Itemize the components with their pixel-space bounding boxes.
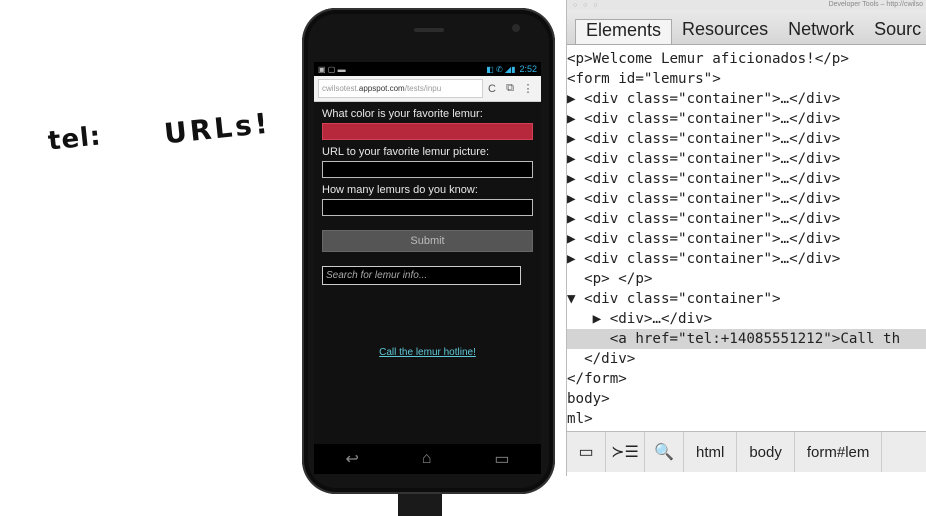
search-input[interactable]: Search for lemur info... bbox=[322, 266, 521, 285]
dom-line[interactable]: ▶ <div class="container">…</div> bbox=[567, 109, 926, 129]
window-title: Developer Tools – http://cwilso bbox=[828, 1, 923, 8]
url-path: /tests/inpu bbox=[404, 84, 442, 93]
dom-line[interactable]: <a href="tel:+14085551212">Call th bbox=[567, 329, 926, 349]
phone: ▣ ▢ ▬ ◧ ✆ ◢▮ 2:52 cwilsotest.appspot.com… bbox=[302, 8, 555, 494]
dom-line[interactable]: ▶ <div>…</div> bbox=[567, 309, 926, 329]
url-label: URL to your favorite lemur picture: bbox=[322, 146, 490, 158]
dom-line[interactable]: <p> </p> bbox=[567, 269, 926, 289]
phone-screen: ▣ ▢ ▬ ◧ ✆ ◢▮ 2:52 cwilsotest.appspot.com… bbox=[314, 62, 541, 444]
web-page: What color is your favorite lemur: URL t… bbox=[314, 102, 541, 444]
dom-line[interactable]: ▶ <div class="container">…</div> bbox=[567, 169, 926, 189]
dom-line[interactable]: <form id="lemurs"> bbox=[567, 69, 926, 89]
address-field[interactable]: cwilsotest.appspot.com/tests/inpu bbox=[318, 79, 483, 98]
dom-line[interactable]: ▶ <div class="container">…</div> bbox=[567, 129, 926, 149]
hotline-container: Call the lemur hotline! bbox=[314, 342, 541, 360]
dom-line[interactable]: ▶ <div class="container">…</div> bbox=[567, 229, 926, 249]
dom-line[interactable]: </div> bbox=[567, 349, 926, 369]
dom-line[interactable]: <p>Welcome Lemur aficionados!</p> bbox=[567, 49, 926, 69]
android-nav-bar: ↩ ⌂ ▭ bbox=[314, 444, 541, 474]
breadcrumb-body[interactable]: body bbox=[737, 432, 795, 472]
console-icon[interactable]: ≻☰ bbox=[606, 432, 645, 472]
tab-sources[interactable]: Sourc bbox=[864, 19, 926, 44]
hotline-link[interactable]: Call the lemur hotline! bbox=[379, 347, 476, 358]
dom-line[interactable]: ml> bbox=[567, 409, 926, 429]
recent-apps-icon[interactable]: ▭ bbox=[494, 449, 509, 469]
submit-button[interactable]: Submit bbox=[322, 230, 533, 252]
camera bbox=[512, 24, 520, 32]
picture-url-input[interactable] bbox=[322, 161, 533, 178]
devtools-bottom-bar: ▭ ≻☰ 🔍 html body form#lem bbox=[567, 431, 926, 472]
devtools-titlebar: ○ ○ ○ Developer Tools – http://cwilso bbox=[567, 0, 926, 10]
handwritten-tel: tel: bbox=[46, 121, 103, 157]
back-icon[interactable]: ↩ bbox=[345, 449, 358, 469]
home-icon[interactable]: ⌂ bbox=[422, 450, 432, 468]
tabs-icon[interactable]: ⧉ bbox=[501, 82, 519, 95]
devtools-tabs: Elements Resources Network Sourc bbox=[567, 10, 926, 45]
breadcrumb-html[interactable]: html bbox=[684, 432, 738, 472]
browser-url-bar: cwilsotest.appspot.com/tests/inpu C ⧉ ⋮ bbox=[314, 76, 541, 102]
dock-icon[interactable]: ▭ bbox=[567, 432, 606, 472]
tab-elements[interactable]: Elements bbox=[575, 19, 673, 44]
status-bar: ▣ ▢ ▬ ◧ ✆ ◢▮ 2:52 bbox=[314, 62, 541, 76]
dom-line[interactable]: ▶ <div class="container">…</div> bbox=[567, 209, 926, 229]
search-icon[interactable]: 🔍 bbox=[645, 432, 684, 472]
clock: 2:52 bbox=[519, 64, 537, 74]
dom-line[interactable]: ▼ <div class="container"> bbox=[567, 289, 926, 309]
earpiece bbox=[414, 28, 444, 32]
devtools-window: ○ ○ ○ Developer Tools – http://cwilso El… bbox=[566, 0, 926, 476]
color-label: What color is your favorite lemur: bbox=[322, 108, 483, 120]
url-host-prefix: cwilsotest. bbox=[322, 84, 359, 93]
menu-icon[interactable]: ⋮ bbox=[519, 82, 537, 95]
window-controls[interactable]: ○ ○ ○ bbox=[573, 1, 600, 11]
url-host: appspot.com bbox=[358, 84, 405, 93]
dom-line[interactable]: body> bbox=[567, 389, 926, 409]
breadcrumb-form[interactable]: form#lem bbox=[795, 432, 883, 472]
lemur-count-input[interactable] bbox=[322, 199, 533, 216]
handwritten-urls: URLs! bbox=[162, 106, 273, 151]
tab-network[interactable]: Network bbox=[778, 19, 864, 44]
dom-line[interactable]: ▶ <div class="container">…</div> bbox=[567, 249, 926, 269]
dom-line[interactable]: ▶ <div class="container">…</div> bbox=[567, 189, 926, 209]
dom-line[interactable]: ▶ <div class="container">…</div> bbox=[567, 89, 926, 109]
dom-line[interactable]: ▶ <div class="container">…</div> bbox=[567, 149, 926, 169]
signal-icons: ◧ ✆ ◢▮ bbox=[486, 64, 516, 74]
dom-tree: <p>Welcome Lemur aficionados!</p> <form i… bbox=[567, 45, 926, 429]
notification-icons: ▣ ▢ ▬ bbox=[318, 64, 346, 74]
reload-icon[interactable]: C bbox=[483, 83, 501, 95]
color-input[interactable] bbox=[322, 123, 533, 140]
tab-resources[interactable]: Resources bbox=[672, 19, 778, 44]
dom-line[interactable]: </form> bbox=[567, 369, 926, 389]
count-label: How many lemurs do you know: bbox=[322, 184, 478, 196]
